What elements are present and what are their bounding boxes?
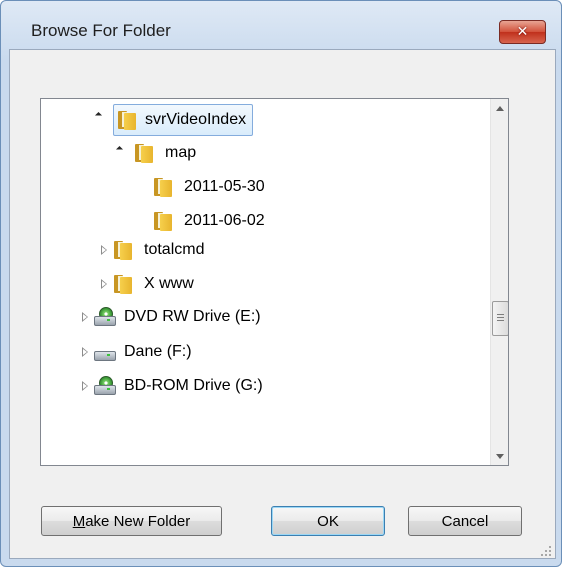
tree-item-label: map <box>165 144 197 161</box>
tree-item-label: DVD RW Drive (E:) <box>124 308 261 325</box>
tree-item-2011-06-02[interactable]: 2011-06-02 <box>153 206 265 236</box>
tree-item-bd-rom-drive[interactable]: BD-ROM Drive (G:) <box>93 371 263 401</box>
collapsed-arrow-icon[interactable] <box>82 312 90 322</box>
resize-grip-icon[interactable] <box>541 546 553 558</box>
optical-drive-icon <box>93 376 116 396</box>
folder-icon <box>117 110 137 130</box>
hard-drive-icon <box>93 342 116 362</box>
grip-line <box>497 314 504 315</box>
collapsed-arrow-icon[interactable] <box>82 381 90 391</box>
browse-for-folder-dialog: Browse For Folder ✕ svrVideoIndex map 20… <box>0 0 562 567</box>
tree-item-label: X www <box>144 275 194 292</box>
scroll-up-button[interactable] <box>491 99 508 117</box>
up-arrow-icon <box>496 105 504 111</box>
tree-item-label: BD-ROM Drive (G:) <box>124 377 263 394</box>
title-bar[interactable]: Browse For Folder ✕ <box>1 1 561 44</box>
tree-item-x-www[interactable]: X www <box>113 269 194 299</box>
tree-item-label: 2011-05-30 <box>184 178 265 195</box>
folder-icon <box>134 143 154 163</box>
window-title: Browse For Folder <box>31 21 171 40</box>
tree-item-dvd-rw-drive[interactable]: DVD RW Drive (E:) <box>93 302 261 332</box>
close-button[interactable]: ✕ <box>499 20 546 44</box>
tree-item-label: svrVideoIndex <box>145 111 247 128</box>
collapsed-arrow-icon[interactable] <box>82 347 90 357</box>
down-arrow-icon <box>496 453 504 459</box>
folder-icon <box>113 240 133 260</box>
button-label: OK <box>317 512 339 530</box>
scrollbar-thumb[interactable] <box>492 301 508 336</box>
optical-drive-icon <box>93 307 116 327</box>
vertical-scrollbar[interactable] <box>490 99 508 465</box>
collapsed-arrow-icon[interactable] <box>101 245 109 255</box>
make-new-folder-button[interactable]: Make New Folder <box>41 506 222 536</box>
folder-tree-content: svrVideoIndex map 2011-05-30 2011-06-02 <box>41 99 490 465</box>
tree-item-dane[interactable]: Dane (F:) <box>93 337 192 367</box>
folder-icon <box>153 177 173 197</box>
close-icon: ✕ <box>516 24 529 40</box>
tree-item-label: 2011-06-02 <box>184 212 265 229</box>
tree-item-map[interactable]: map <box>134 138 196 168</box>
collapsed-arrow-icon[interactable] <box>101 279 109 289</box>
ok-button[interactable]: OK <box>271 506 385 536</box>
grip-line <box>497 317 504 318</box>
cancel-button[interactable]: Cancel <box>408 506 522 536</box>
scroll-down-button[interactable] <box>491 447 508 465</box>
tree-item-label: totalcmd <box>144 241 205 258</box>
folder-icon <box>153 211 173 231</box>
grip-line <box>497 320 504 321</box>
tree-item-label: Dane (F:) <box>124 343 192 360</box>
tree-item-totalcmd[interactable]: totalcmd <box>113 235 204 265</box>
folder-icon <box>113 274 133 294</box>
tree-item-2011-05-30[interactable]: 2011-05-30 <box>153 172 265 202</box>
button-label: Cancel <box>441 512 489 530</box>
tree-item-svrvideoindex[interactable]: svrVideoIndex <box>113 104 254 136</box>
folder-tree[interactable]: svrVideoIndex map 2011-05-30 2011-06-02 <box>40 98 509 466</box>
accelerator-key: M <box>72 512 86 530</box>
button-label: ake New Folder <box>85 512 191 530</box>
